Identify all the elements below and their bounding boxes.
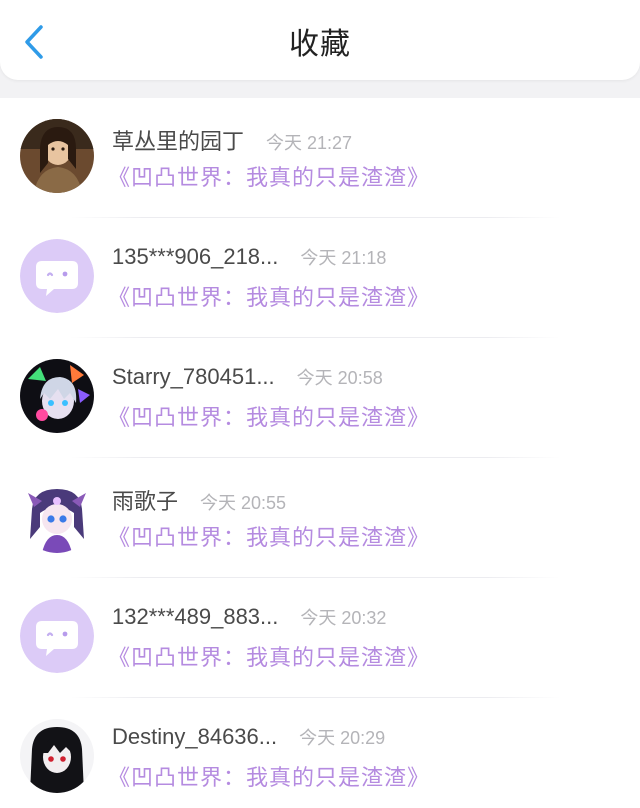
list-item[interactable]: Destiny_84636... 今天 20:29 《凹凸世界：我真的只是渣渣》 [0,698,640,808]
list-item[interactable]: 135***906_218... 今天 21:18 《凹凸世界：我真的只是渣渣》 [0,218,640,338]
default-chat-avatar[interactable] [20,239,94,313]
timestamp: 今天 20:55 [200,493,287,513]
anime-avatar[interactable] [20,359,94,433]
username[interactable]: 草丛里的园丁 [112,124,244,156]
item-meta: Destiny_84636... 今天 20:29 [112,724,385,758]
list-item[interactable]: 132***489_883... 今天 20:32 《凹凸世界：我真的只是渣渣》 [0,578,640,698]
anime-girl-avatar[interactable] [20,479,94,553]
timestamp: 今天 20:32 [300,608,387,628]
page-title: 收藏 [289,27,351,62]
favorites-list[interactable]: 草丛里的园丁 今天 21:27 《凹凸世界：我真的只是渣渣》 135***906… [0,98,640,808]
item-meta: 草丛里的园丁 今天 21:27 [112,124,352,158]
list-item[interactable]: 草丛里的园丁 今天 21:27 《凹凸世界：我真的只是渣渣》 [0,98,640,218]
book-title-link[interactable]: 《凹凸世界：我真的只是渣渣》 [108,160,430,192]
timestamp: 今天 21:27 [266,133,353,153]
book-title-link[interactable]: 《凹凸世界：我真的只是渣渣》 [108,520,430,552]
item-meta: 135***906_218... 今天 21:18 [112,244,386,278]
username[interactable]: Destiny_84636... [112,724,277,750]
book-title-link[interactable]: 《凹凸世界：我真的只是渣渣》 [108,400,430,432]
timestamp: 今天 21:18 [300,248,387,268]
header-area: 收藏 [0,0,640,98]
default-chat-avatar[interactable] [20,599,94,673]
timestamp: 今天 20:58 [296,368,383,388]
portrait-avatar[interactable] [20,119,94,193]
item-meta: 雨歌子 今天 20:55 [112,484,286,518]
top-bar: 收藏 [0,0,640,80]
username[interactable]: 132***489_883... [112,604,278,630]
item-meta: Starry_780451... 今天 20:58 [112,364,383,398]
list-item[interactable]: 雨歌子 今天 20:55 《凹凸世界：我真的只是渣渣》 [0,458,640,578]
username[interactable]: 135***906_218... [112,244,278,270]
username[interactable]: Starry_780451... [112,364,275,390]
list-item[interactable]: Starry_780451... 今天 20:58 《凹凸世界：我真的只是渣渣》 [0,338,640,458]
username[interactable]: 雨歌子 [112,484,178,516]
book-title-link[interactable]: 《凹凸世界：我真的只是渣渣》 [108,760,430,792]
book-title-link[interactable]: 《凹凸世界：我真的只是渣渣》 [108,640,430,672]
dark-anime-avatar[interactable] [20,719,94,793]
item-meta: 132***489_883... 今天 20:32 [112,604,386,638]
book-title-link[interactable]: 《凹凸世界：我真的只是渣渣》 [108,280,430,312]
timestamp: 今天 20:29 [299,728,386,748]
